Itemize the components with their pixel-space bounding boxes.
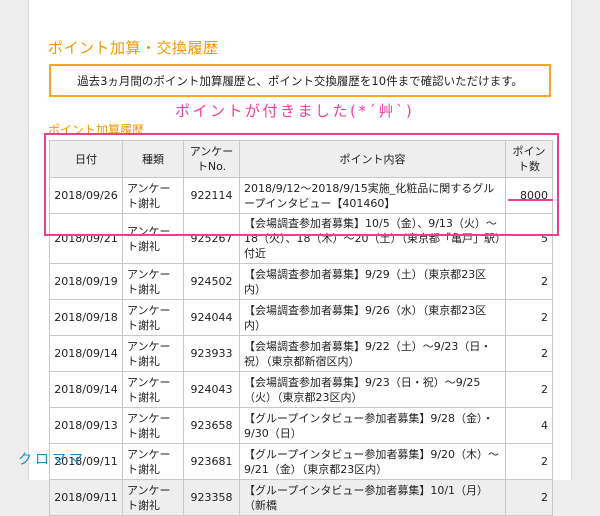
cell-content: 【グループインタビュー参加者募集】9/28（金）・9/30（日）: [239, 407, 506, 444]
header-content: ポイント内容: [239, 140, 506, 178]
cell-date: 2018/09/14: [49, 335, 123, 372]
cell-survey-no: 923658: [183, 407, 240, 444]
cell-content: 2018/9/12～2018/9/15実施_化粧品に関するグループインタビュー【…: [239, 177, 506, 214]
cell-points: 4: [505, 407, 553, 444]
cell-date: 2018/09/13: [49, 407, 123, 444]
section-title: ポイント加算履歴: [48, 123, 145, 137]
cell-date: 2018/09/18: [49, 299, 123, 336]
cell-survey-no: 923933: [183, 335, 240, 372]
table-row: 2018/09/11 アンケート謝礼 923358 【グループインタビュー参加者募集】…: [49, 479, 553, 516]
table-row: 2018/09/13 アンケート謝礼 923658 【グループインタビュー参加者募集】…: [49, 407, 553, 444]
table-row: 2018/09/14 アンケート謝礼 923933 【会場調査参加者募集】9/22（土…: [49, 335, 553, 372]
cell-points: 2: [505, 263, 553, 300]
cell-points: 2: [505, 335, 553, 372]
cell-date: 2018/09/26: [49, 177, 123, 214]
cell-content: 【会場調査参加者募集】10/5（金）、9/13（火）～18（火）、18（木）～2…: [239, 213, 506, 264]
notice-box: 過去3ヵ月間のポイント加算履歴と、ポイント交換履歴を10件まで確認いただけます。: [49, 64, 551, 97]
cell-type: アンケート謝礼: [122, 299, 184, 336]
cell-type: アンケート謝礼: [122, 263, 184, 300]
signature-text: クロママ: [18, 452, 86, 468]
cell-points: 5: [505, 213, 553, 264]
cell-content: 【グループインタビュー参加者募集】9/20（木）～9/21（金）（東京都23区内…: [239, 443, 506, 480]
cell-survey-no: 923358: [183, 479, 240, 516]
cell-content: 【グループインタビュー参加者募集】10/1（月）（新橋: [239, 479, 506, 516]
cell-date: 2018/09/19: [49, 263, 123, 300]
cell-points: 2: [505, 479, 553, 516]
table-row: 2018/09/21 アンケート謝礼 925267 【会場調査参加者募集】10/5（金…: [49, 213, 553, 264]
header-date: 日付: [49, 140, 123, 178]
cell-type: アンケート謝礼: [122, 335, 184, 372]
annotation-text: ポイントが付きました(*´艸`): [175, 102, 415, 120]
table-row: 2018/09/18 アンケート謝礼 924044 【会場調査参加者募集】9/26（水…: [49, 299, 553, 336]
cell-type: アンケート謝礼: [122, 213, 184, 264]
cell-date: 2018/09/21: [49, 213, 123, 264]
table-row: 2018/09/26 アンケート謝礼 922114 2018/9/12～2018/9/…: [49, 177, 553, 214]
point-history-table: 日付 種類 アンケートNo. ポイント内容 ポイント数 2018/09/26 アン…: [49, 140, 553, 516]
cell-content: 【会場調査参加者募集】9/26（水）（東京都23区内）: [239, 299, 506, 336]
cell-survey-no: 922114: [183, 177, 240, 214]
cell-points: 2: [505, 443, 553, 480]
header-type: 種類: [122, 140, 184, 178]
header-points: ポイント数: [505, 140, 553, 178]
cell-type: アンケート謝礼: [122, 479, 184, 516]
cell-points: 2: [505, 371, 553, 408]
cell-content: 【会場調査参加者募集】9/23（日・祝）～9/25（火）（東京都23区内）: [239, 371, 506, 408]
table-row: 2018/09/19 アンケート謝礼 924502 【会場調査参加者募集】9/29（土…: [49, 263, 553, 300]
cell-survey-no: 924044: [183, 299, 240, 336]
cell-survey-no: 924502: [183, 263, 240, 300]
table-row: 2018/09/11 アンケート謝礼 923681 【グループインタビュー参加者募集】…: [49, 443, 553, 480]
cell-date: 2018/09/14: [49, 371, 123, 408]
cell-type: アンケート謝礼: [122, 371, 184, 408]
cell-survey-no: 923681: [183, 443, 240, 480]
page-title: ポイント加算・交換履歴: [48, 39, 219, 57]
points-underline: [508, 199, 553, 201]
cell-content: 【会場調査参加者募集】9/22（土）～9/23（日・祝）（東京都新宿区内）: [239, 335, 506, 372]
cell-date: 2018/09/11: [49, 479, 123, 516]
cell-survey-no: 924043: [183, 371, 240, 408]
header-survey-no: アンケートNo.: [183, 140, 240, 178]
cell-content: 【会場調査参加者募集】9/29（土）（東京都23区内）: [239, 263, 506, 300]
cell-points: 2: [505, 299, 553, 336]
cell-survey-no: 925267: [183, 213, 240, 264]
cell-points: 8000: [505, 177, 553, 214]
table-row: 2018/09/14 アンケート謝礼 924043 【会場調査参加者募集】9/23（日…: [49, 371, 553, 408]
table-header-row: 日付 種類 アンケートNo. ポイント内容 ポイント数: [49, 140, 553, 178]
notice-text: 過去3ヵ月間のポイント加算履歴と、ポイント交換履歴を10件まで確認いただけます。: [77, 73, 523, 88]
cell-type: アンケート謝礼: [122, 443, 184, 480]
cell-type: アンケート謝礼: [122, 407, 184, 444]
cell-type: アンケート謝礼: [122, 177, 184, 214]
